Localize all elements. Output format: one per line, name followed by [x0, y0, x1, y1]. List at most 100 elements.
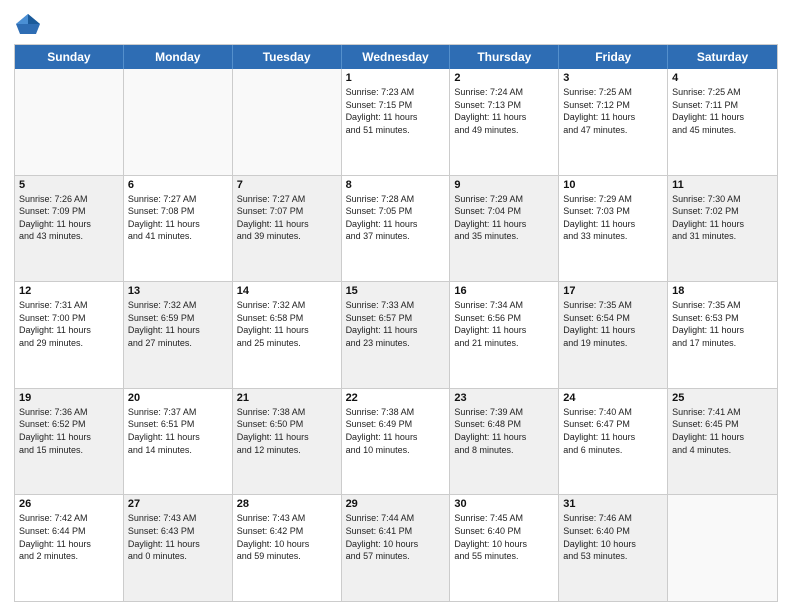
day-number: 11	[672, 179, 773, 191]
calendar-cell	[668, 495, 777, 601]
cell-info: Sunrise: 7:43 AM Sunset: 6:43 PM Dayligh…	[128, 512, 228, 562]
calendar-cell: 1 Sunrise: 7:23 AM Sunset: 7:15 PM Daylig…	[342, 69, 451, 175]
cell-info: Sunrise: 7:27 AM Sunset: 7:08 PM Dayligh…	[128, 193, 228, 243]
calendar-cell: 2Sunrise: 7:24 AM Sunset: 7:13 PM Daylig…	[450, 69, 559, 175]
cell-info: Sunrise: 7:36 AM Sunset: 6:52 PM Dayligh…	[19, 406, 119, 456]
day-number: 20	[128, 392, 228, 404]
day-number: 16	[454, 285, 554, 297]
calendar-row: 19Sunrise: 7:36 AM Sunset: 6:52 PM Dayli…	[15, 389, 777, 496]
cal-header-day: Monday	[124, 45, 233, 69]
cell-info: Sunrise: 7:35 AM Sunset: 6:53 PM Dayligh…	[672, 299, 773, 349]
calendar-cell: 9 Sunrise: 7:29 AM Sunset: 7:04 PM Daylig…	[450, 176, 559, 282]
calendar-cell: 4Sunrise: 7:25 AM Sunset: 7:11 PM Daylig…	[668, 69, 777, 175]
day-number: 21	[237, 392, 337, 404]
cell-info: Sunrise: 7:25 AM Sunset: 7:11 PM Dayligh…	[672, 86, 773, 136]
calendar-cell: 30 Sunrise: 7:45 AM Sunset: 6:40 PM Dayli…	[450, 495, 559, 601]
day-number: 8	[346, 179, 446, 191]
calendar-cell: 31 Sunrise: 7:46 AM Sunset: 6:40 PM Dayli…	[559, 495, 668, 601]
logo	[14, 10, 46, 38]
calendar: SundayMondayTuesdayWednesdayThursdayFrid…	[14, 44, 778, 602]
cal-header-day: Tuesday	[233, 45, 342, 69]
calendar-cell: 12 Sunrise: 7:31 AM Sunset: 7:00 PM Dayli…	[15, 282, 124, 388]
day-number: 26	[19, 498, 119, 510]
cell-info: Sunrise: 7:37 AM Sunset: 6:51 PM Dayligh…	[128, 406, 228, 456]
calendar-cell: 21Sunrise: 7:38 AM Sunset: 6:50 PM Dayli…	[233, 389, 342, 495]
day-number: 22	[346, 392, 446, 404]
cell-info: Sunrise: 7:32 AM Sunset: 6:59 PM Dayligh…	[128, 299, 228, 349]
day-number: 31	[563, 498, 663, 510]
calendar-cell: 26Sunrise: 7:42 AM Sunset: 6:44 PM Dayli…	[15, 495, 124, 601]
cell-info: Sunrise: 7:31 AM Sunset: 7:00 PM Dayligh…	[19, 299, 119, 349]
calendar-cell	[124, 69, 233, 175]
day-number: 28	[237, 498, 337, 510]
cell-info: Sunrise: 7:38 AM Sunset: 6:49 PM Dayligh…	[346, 406, 446, 456]
calendar-cell: 22 Sunrise: 7:38 AM Sunset: 6:49 PM Dayli…	[342, 389, 451, 495]
calendar-cell: 16 Sunrise: 7:34 AM Sunset: 6:56 PM Dayli…	[450, 282, 559, 388]
calendar-cell: 27 Sunrise: 7:43 AM Sunset: 6:43 PM Dayli…	[124, 495, 233, 601]
day-number: 27	[128, 498, 228, 510]
day-number: 30	[454, 498, 554, 510]
cal-header-day: Saturday	[668, 45, 777, 69]
cell-info: Sunrise: 7:23 AM Sunset: 7:15 PM Dayligh…	[346, 86, 446, 136]
calendar-cell: 6Sunrise: 7:27 AM Sunset: 7:08 PM Daylig…	[124, 176, 233, 282]
cell-info: Sunrise: 7:26 AM Sunset: 7:09 PM Dayligh…	[19, 193, 119, 243]
cell-info: Sunrise: 7:39 AM Sunset: 6:48 PM Dayligh…	[454, 406, 554, 456]
calendar-row: 26Sunrise: 7:42 AM Sunset: 6:44 PM Dayli…	[15, 495, 777, 601]
calendar-cell: 25 Sunrise: 7:41 AM Sunset: 6:45 PM Dayli…	[668, 389, 777, 495]
calendar-cell: 28 Sunrise: 7:43 AM Sunset: 6:42 PM Dayli…	[233, 495, 342, 601]
day-number: 18	[672, 285, 773, 297]
calendar-cell	[233, 69, 342, 175]
cell-info: Sunrise: 7:30 AM Sunset: 7:02 PM Dayligh…	[672, 193, 773, 243]
calendar-cell: 3 Sunrise: 7:25 AM Sunset: 7:12 PM Daylig…	[559, 69, 668, 175]
cell-info: Sunrise: 7:46 AM Sunset: 6:40 PM Dayligh…	[563, 512, 663, 562]
cell-info: Sunrise: 7:29 AM Sunset: 7:03 PM Dayligh…	[563, 193, 663, 243]
cell-info: Sunrise: 7:40 AM Sunset: 6:47 PM Dayligh…	[563, 406, 663, 456]
cal-header-day: Sunday	[15, 45, 124, 69]
day-number: 3	[563, 72, 663, 84]
cell-info: Sunrise: 7:44 AM Sunset: 6:41 PM Dayligh…	[346, 512, 446, 562]
calendar-header: SundayMondayTuesdayWednesdayThursdayFrid…	[15, 45, 777, 69]
calendar-row: 1 Sunrise: 7:23 AM Sunset: 7:15 PM Daylig…	[15, 69, 777, 176]
calendar-row: 5Sunrise: 7:26 AM Sunset: 7:09 PM Daylig…	[15, 176, 777, 283]
day-number: 25	[672, 392, 773, 404]
cell-info: Sunrise: 7:35 AM Sunset: 6:54 PM Dayligh…	[563, 299, 663, 349]
day-number: 23	[454, 392, 554, 404]
calendar-cell: 14Sunrise: 7:32 AM Sunset: 6:58 PM Dayli…	[233, 282, 342, 388]
calendar-cell: 17 Sunrise: 7:35 AM Sunset: 6:54 PM Dayli…	[559, 282, 668, 388]
page: SundayMondayTuesdayWednesdayThursdayFrid…	[0, 0, 792, 612]
calendar-row: 12 Sunrise: 7:31 AM Sunset: 7:00 PM Dayli…	[15, 282, 777, 389]
calendar-cell	[15, 69, 124, 175]
calendar-cell: 19Sunrise: 7:36 AM Sunset: 6:52 PM Dayli…	[15, 389, 124, 495]
day-number: 9	[454, 179, 554, 191]
day-number: 12	[19, 285, 119, 297]
day-number: 15	[346, 285, 446, 297]
cell-info: Sunrise: 7:43 AM Sunset: 6:42 PM Dayligh…	[237, 512, 337, 562]
day-number: 14	[237, 285, 337, 297]
calendar-cell: 7Sunrise: 7:27 AM Sunset: 7:07 PM Daylig…	[233, 176, 342, 282]
calendar-cell: 29 Sunrise: 7:44 AM Sunset: 6:41 PM Dayli…	[342, 495, 451, 601]
calendar-cell: 20 Sunrise: 7:37 AM Sunset: 6:51 PM Dayli…	[124, 389, 233, 495]
cell-info: Sunrise: 7:25 AM Sunset: 7:12 PM Dayligh…	[563, 86, 663, 136]
cal-header-day: Thursday	[450, 45, 559, 69]
calendar-cell: 23 Sunrise: 7:39 AM Sunset: 6:48 PM Dayli…	[450, 389, 559, 495]
cell-info: Sunrise: 7:29 AM Sunset: 7:04 PM Dayligh…	[454, 193, 554, 243]
cell-info: Sunrise: 7:33 AM Sunset: 6:57 PM Dayligh…	[346, 299, 446, 349]
day-number: 29	[346, 498, 446, 510]
day-number: 1	[346, 72, 446, 84]
calendar-cell: 13 Sunrise: 7:32 AM Sunset: 6:59 PM Dayli…	[124, 282, 233, 388]
day-number: 17	[563, 285, 663, 297]
cell-info: Sunrise: 7:45 AM Sunset: 6:40 PM Dayligh…	[454, 512, 554, 562]
cell-info: Sunrise: 7:28 AM Sunset: 7:05 PM Dayligh…	[346, 193, 446, 243]
day-number: 2	[454, 72, 554, 84]
logo-icon	[14, 10, 42, 38]
day-number: 24	[563, 392, 663, 404]
cell-info: Sunrise: 7:41 AM Sunset: 6:45 PM Dayligh…	[672, 406, 773, 456]
day-number: 10	[563, 179, 663, 191]
calendar-cell: 11 Sunrise: 7:30 AM Sunset: 7:02 PM Dayli…	[668, 176, 777, 282]
cell-info: Sunrise: 7:34 AM Sunset: 6:56 PM Dayligh…	[454, 299, 554, 349]
cal-header-day: Wednesday	[342, 45, 451, 69]
calendar-cell: 24 Sunrise: 7:40 AM Sunset: 6:47 PM Dayli…	[559, 389, 668, 495]
calendar-body: 1 Sunrise: 7:23 AM Sunset: 7:15 PM Daylig…	[15, 69, 777, 601]
calendar-cell: 15 Sunrise: 7:33 AM Sunset: 6:57 PM Dayli…	[342, 282, 451, 388]
day-number: 13	[128, 285, 228, 297]
